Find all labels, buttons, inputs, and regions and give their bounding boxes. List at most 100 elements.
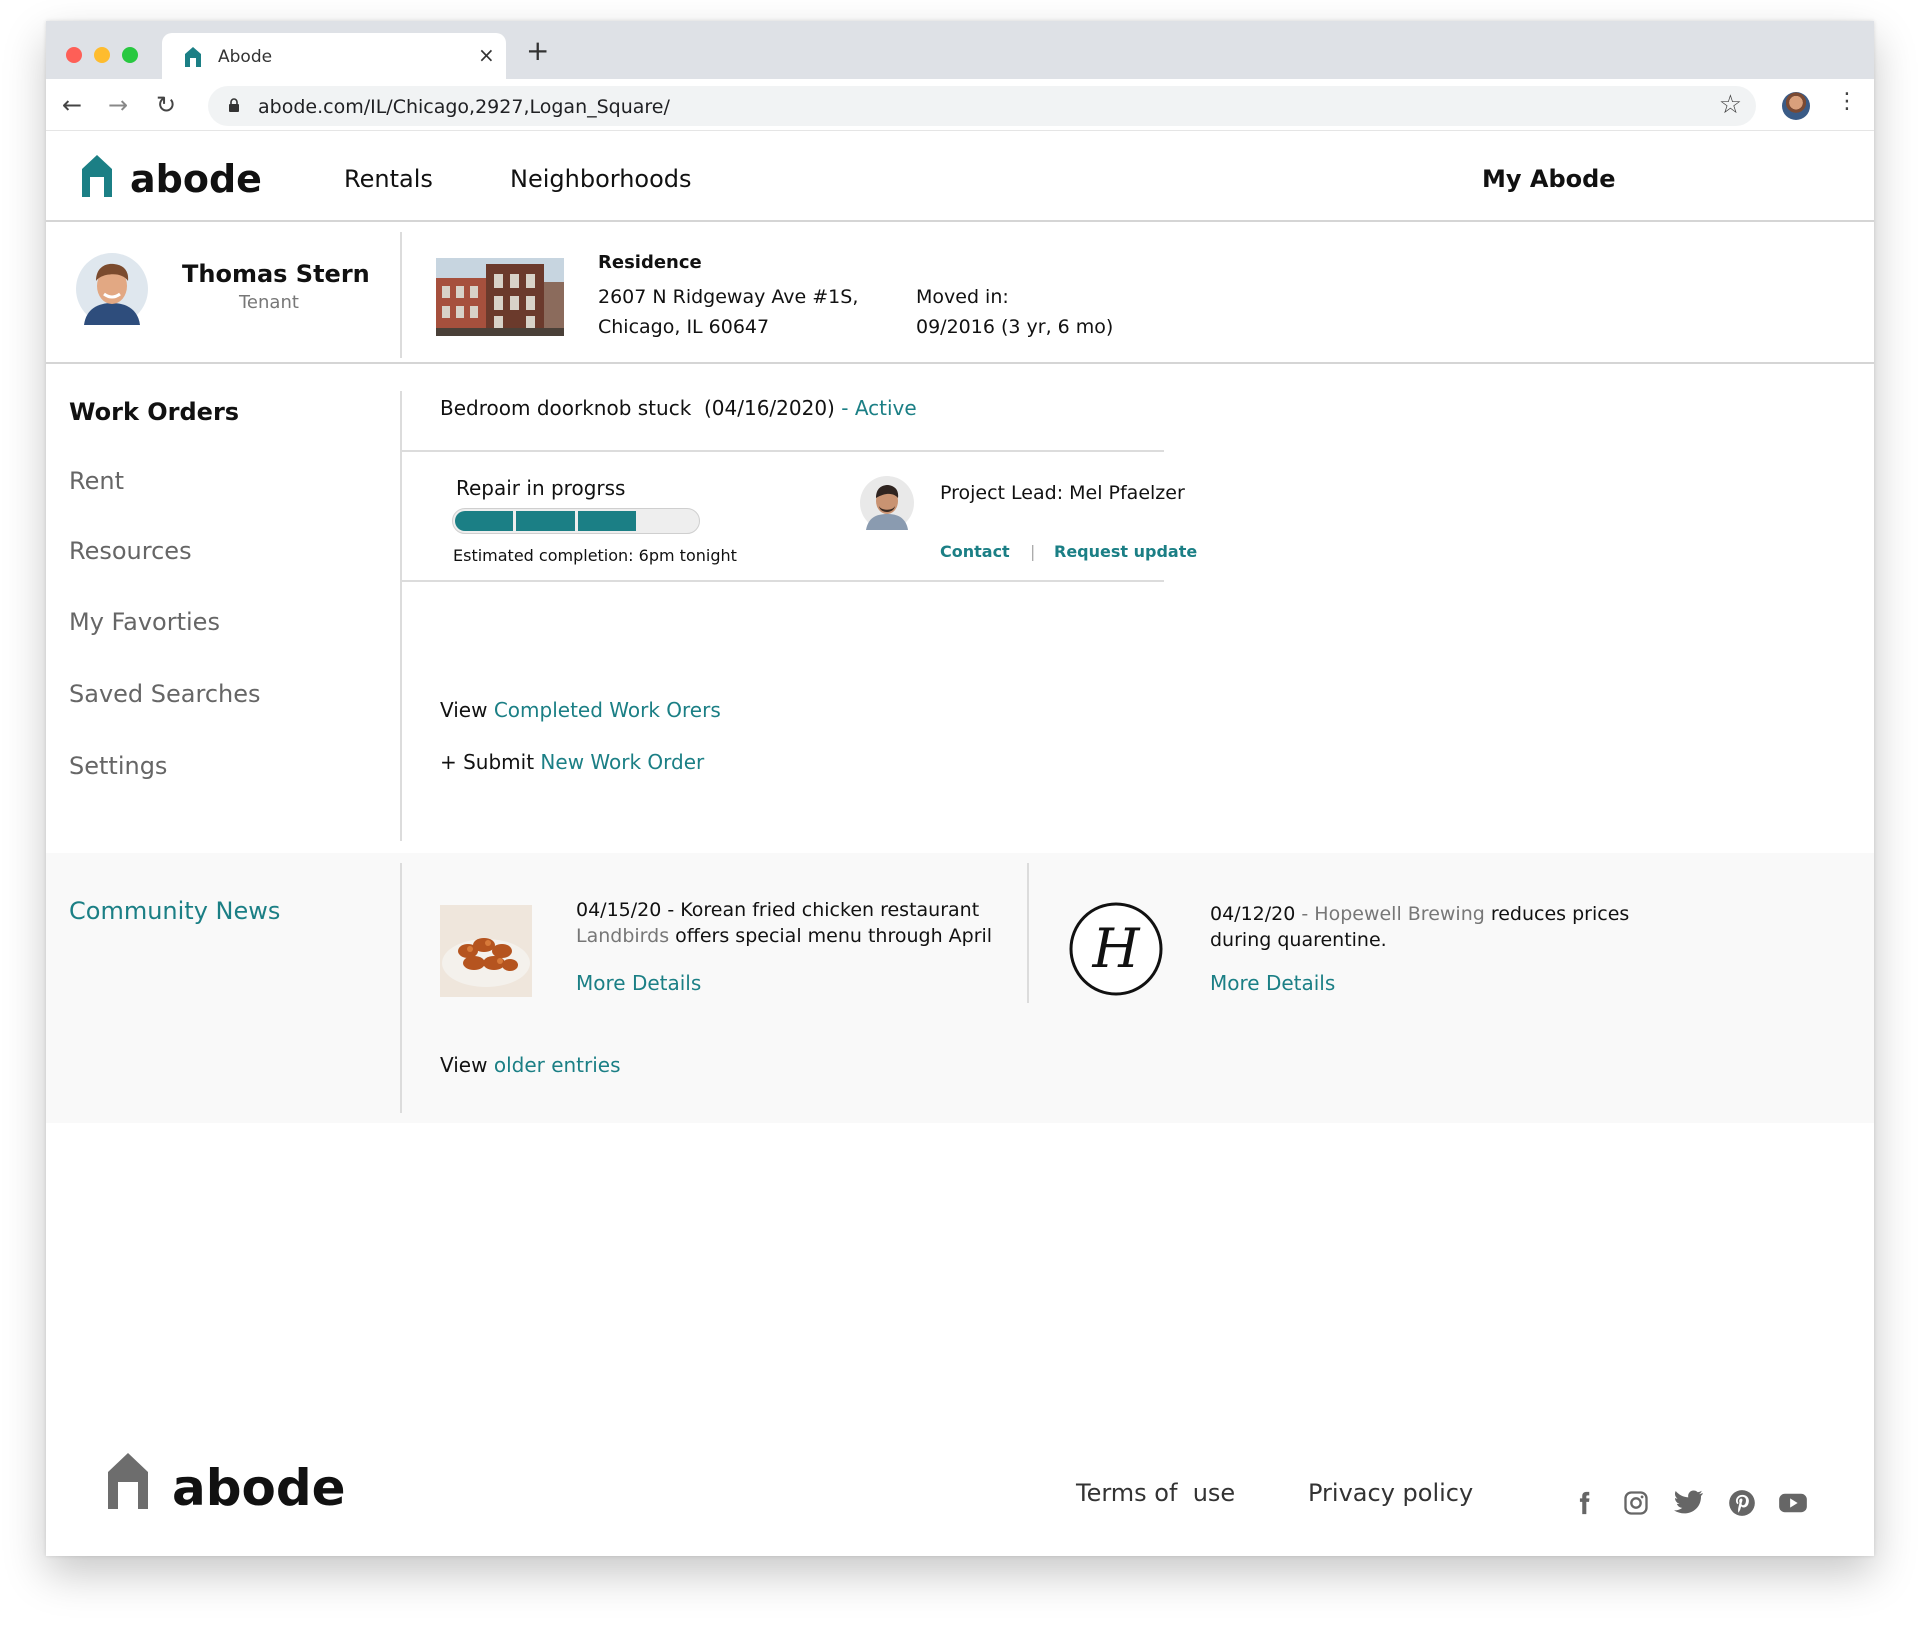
news-1-line2: Landbirds offers special menu through Ap… xyxy=(576,925,992,947)
back-button[interactable]: ← xyxy=(62,91,82,119)
moved-in-label: Moved in: xyxy=(916,286,1009,308)
news-2-venue[interactable]: Hopewell Brewing xyxy=(1314,903,1485,925)
progress-label: Repair in progrss xyxy=(456,476,626,500)
address-bar[interactable]: abode.com/IL/Chicago,2927,Logan_Square/ … xyxy=(208,86,1756,126)
work-order-divider-top xyxy=(402,450,1164,452)
site-header: abode Rentals Neighborhoods My Abode xyxy=(46,131,1874,222)
sidebar-item-work-orders[interactable]: Work Orders xyxy=(69,398,239,426)
youtube-icon[interactable] xyxy=(1778,1491,1808,1515)
site-footer: abode Terms of use Privacy policy xyxy=(46,1431,1874,1531)
privacy-policy-link[interactable]: Privacy policy xyxy=(1308,1479,1473,1507)
progress-segments xyxy=(455,511,697,531)
abode-logo-icon[interactable] xyxy=(82,155,112,197)
sidebar: Work Orders Rent Resources My Favorties … xyxy=(46,366,400,831)
sidebar-item-settings[interactable]: Settings xyxy=(69,752,167,780)
older-entries-row: View older entries xyxy=(440,1053,621,1077)
nav-my-abode[interactable]: My Abode xyxy=(1482,165,1616,193)
community-news-heading: Community News xyxy=(69,897,281,925)
progress-segment xyxy=(577,511,636,531)
news-1-more-details-link[interactable]: More Details xyxy=(576,971,701,995)
profile-divider xyxy=(400,232,402,358)
sidebar-item-resources[interactable]: Resources xyxy=(69,537,192,565)
user-avatar xyxy=(76,253,148,325)
work-order-title-row: Bedroom doorknob stuck (04/16/2020) - Ac… xyxy=(440,396,917,420)
browser-toolbar: ← → ↻ abode.com/IL/Chicago,2927,Logan_Sq… xyxy=(46,79,1874,131)
work-order-separator: - xyxy=(834,396,855,420)
news-2-more-details-link[interactable]: More Details xyxy=(1210,971,1335,995)
terms-of-use-link[interactable]: Terms of use xyxy=(1076,1479,1235,1507)
community-news-section: Community News 04/15/20 - Korean fried c… xyxy=(46,853,1874,1123)
nav-neighborhoods[interactable]: Neighborhoods xyxy=(510,165,692,193)
new-work-order-link[interactable]: New Work Order xyxy=(540,750,704,774)
older-entries-link[interactable]: older entries xyxy=(494,1053,621,1077)
tab-close-button[interactable]: × xyxy=(478,43,495,67)
sidebar-item-saved-searches[interactable]: Saved Searches xyxy=(69,680,261,708)
nav-rentals[interactable]: Rentals xyxy=(344,165,433,193)
news-1-venue[interactable]: Landbirds xyxy=(576,925,669,947)
url-text: abode.com/IL/Chicago,2927,Logan_Square/ xyxy=(258,96,670,118)
lock-icon xyxy=(229,98,239,112)
submit-new-row: + Submit New Work Order xyxy=(440,750,704,774)
residence-address-line2: Chicago, IL 60647 xyxy=(598,316,770,338)
browser-menu-icon[interactable]: ⋮ xyxy=(1836,89,1858,114)
completed-work-orders-link[interactable]: Completed Work Orers xyxy=(494,698,721,722)
tab-title: Abode xyxy=(218,47,273,67)
progress-segment xyxy=(516,511,575,531)
abode-favicon-icon xyxy=(185,47,201,67)
news-divider xyxy=(1027,863,1029,1003)
view-completed-prefix: View xyxy=(440,698,494,722)
fried-chicken-photo xyxy=(440,905,532,997)
progress-segment xyxy=(455,511,514,531)
work-order-title: Bedroom doorknob stuck (04/16/2020) xyxy=(440,396,835,420)
request-update-link[interactable]: Request update xyxy=(1054,542,1197,561)
footer-logo-icon[interactable] xyxy=(108,1453,148,1509)
view-completed-row: View Completed Work Orers xyxy=(440,698,721,722)
user-role: Tenant xyxy=(239,292,299,313)
residence-address-line1: 2607 N Ridgeway Ave #1S, xyxy=(598,286,859,308)
contact-link[interactable]: Contact xyxy=(940,542,1010,561)
community-divider xyxy=(400,863,402,1113)
news-1-text: - Korean fried chicken restaurant xyxy=(661,899,980,921)
link-divider: | xyxy=(1030,542,1036,561)
facebook-icon[interactable] xyxy=(1570,1489,1598,1517)
browser-window: Abode × + ← → ↻ abode.com/IL/Chicago,292… xyxy=(46,21,1874,1556)
profile-strip: Thomas Stern Tenant Residence 2607 N Rid xyxy=(46,222,1874,364)
news-1-date: 04/15/20 xyxy=(576,899,662,921)
user-name: Thomas Stern xyxy=(182,260,370,288)
minimize-window-button[interactable] xyxy=(94,47,110,63)
work-order-divider-bottom xyxy=(402,580,1164,582)
browser-tab[interactable]: Abode × xyxy=(162,33,506,81)
pinterest-icon[interactable] xyxy=(1728,1489,1756,1517)
news-1-line1: 04/15/20 - Korean fried chicken restaura… xyxy=(576,899,979,921)
residence-label: Residence xyxy=(598,252,702,273)
sidebar-item-rent[interactable]: Rent xyxy=(69,467,124,495)
project-lead: Project Lead: Mel Pfaelzer xyxy=(940,482,1185,504)
news-2-date: 04/12/20 xyxy=(1210,903,1296,925)
maximize-window-button[interactable] xyxy=(122,47,138,63)
forward-button[interactable]: → xyxy=(108,91,128,119)
news-2-text: reduces prices xyxy=(1484,903,1630,925)
footer-logo-text[interactable]: abode xyxy=(172,1459,346,1517)
work-orders-panel: Bedroom doorknob stuck (04/16/2020) - Ac… xyxy=(402,366,1502,841)
work-order-status: Active xyxy=(854,396,917,420)
new-tab-button[interactable]: + xyxy=(526,37,549,65)
submit-prefix: + Submit xyxy=(440,750,541,774)
news-2-line2: during quarentine. xyxy=(1210,929,1387,951)
bookmark-star-icon[interactable]: ☆ xyxy=(1719,90,1742,120)
hopewell-brewing-logo: H xyxy=(1069,902,1163,996)
browser-profile-avatar[interactable] xyxy=(1782,92,1810,120)
instagram-icon[interactable] xyxy=(1622,1489,1650,1517)
moved-in-value: 09/2016 (3 yr, 6 mo) xyxy=(916,316,1114,338)
project-lead-avatar xyxy=(860,476,914,530)
progress-bar xyxy=(452,508,700,534)
reload-button[interactable]: ↻ xyxy=(156,91,176,119)
close-window-button[interactable] xyxy=(66,47,82,63)
twitter-icon[interactable] xyxy=(1674,1489,1704,1517)
news-2-line1: 04/12/20 - Hopewell Brewing reduces pric… xyxy=(1210,903,1629,925)
browser-titlebar: Abode × + xyxy=(46,21,1874,81)
older-entries-prefix: View xyxy=(440,1053,494,1077)
hopewell-logo-letter: H xyxy=(1091,917,1140,980)
estimated-completion: Estimated completion: 6pm tonight xyxy=(453,546,737,565)
site-logo-text[interactable]: abode xyxy=(130,157,262,201)
sidebar-item-my-favorites[interactable]: My Favorties xyxy=(69,608,220,636)
